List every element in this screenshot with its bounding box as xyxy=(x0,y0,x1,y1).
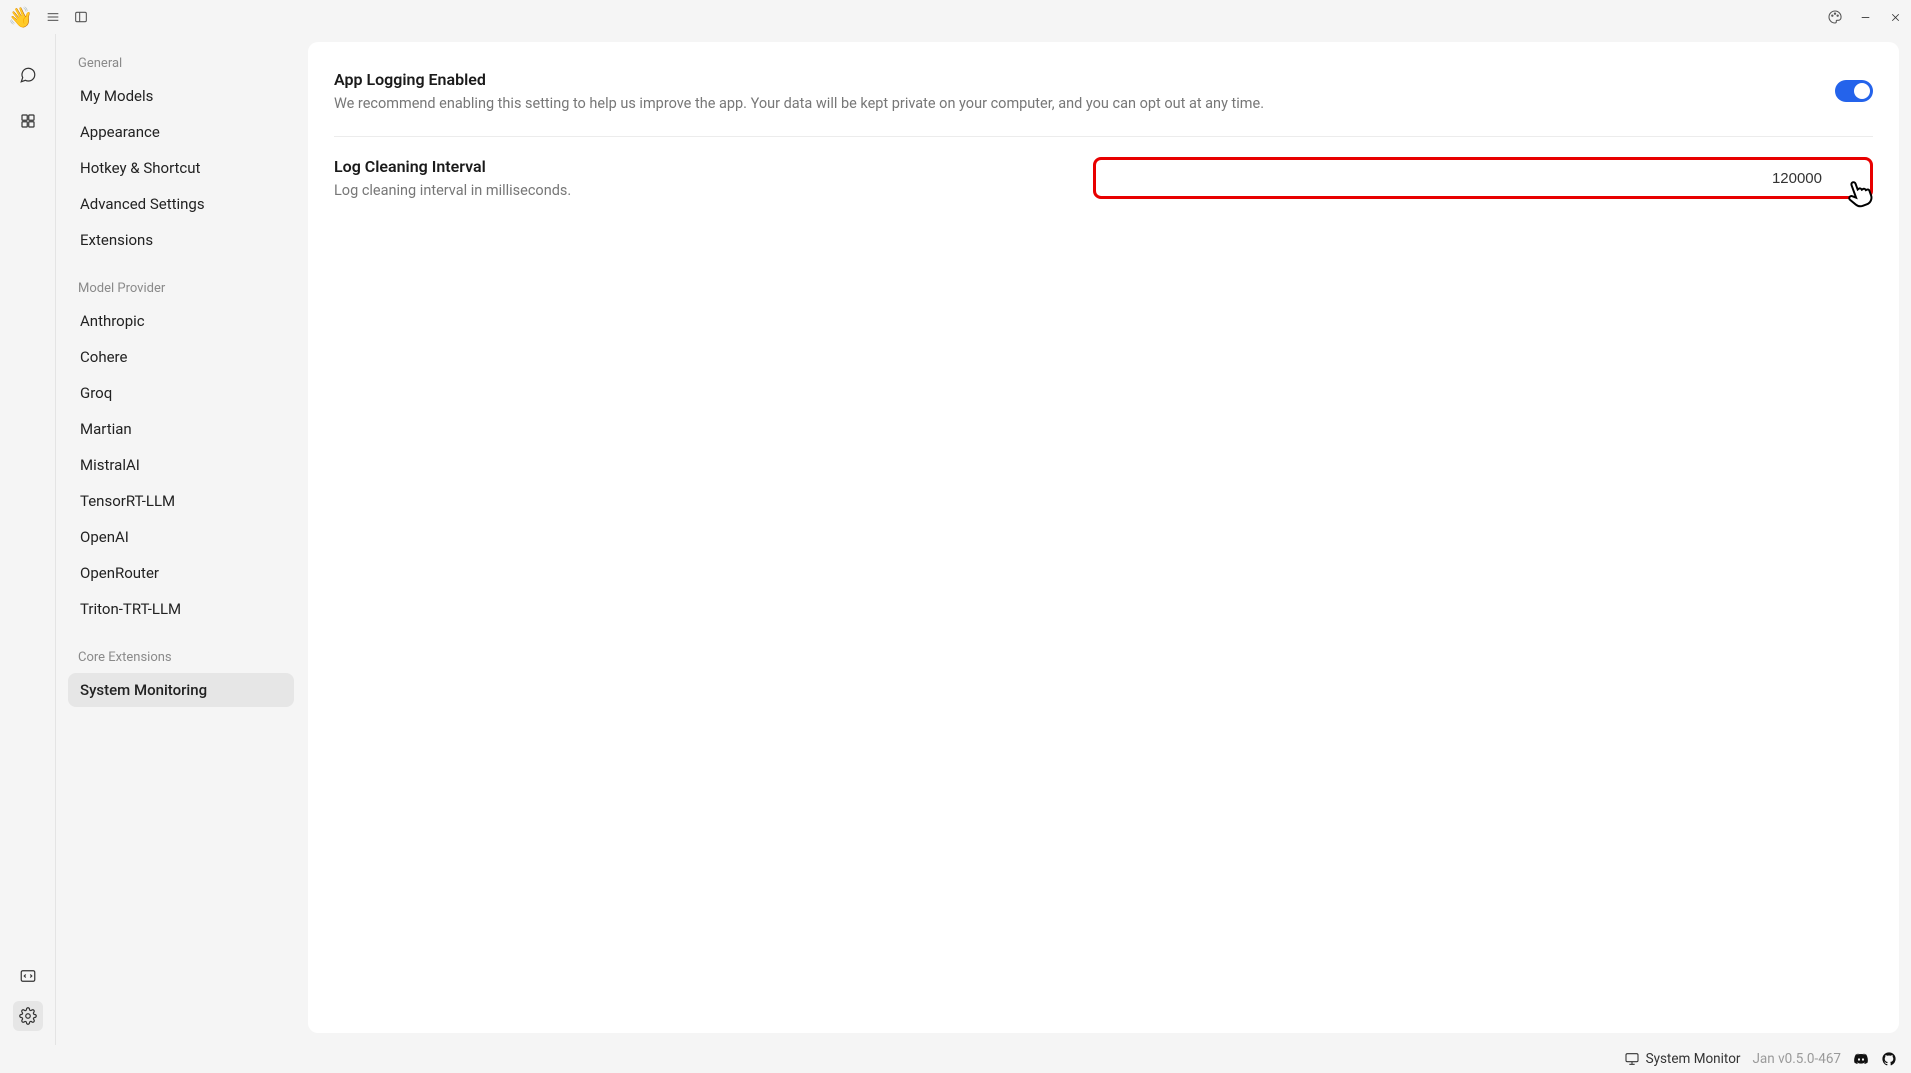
sidebar-item-openrouter[interactable]: OpenRouter xyxy=(68,556,294,590)
setting-control xyxy=(1093,157,1873,199)
rail-code-icon[interactable] xyxy=(13,961,43,991)
titlebar-left: 👋 xyxy=(8,7,89,27)
setting-app-logging: App Logging Enabled We recommend enablin… xyxy=(334,64,1873,137)
sidebar-item-tensorrt-llm[interactable]: TensorRT-LLM xyxy=(68,484,294,518)
app-layout: General My ModelsAppearanceHotkey & Short… xyxy=(0,34,1911,1045)
sidebar-item-my-models[interactable]: My Models xyxy=(68,79,294,113)
sidebar-item-anthropic[interactable]: Anthropic xyxy=(68,304,294,338)
status-version: Jan v0.5.0-467 xyxy=(1752,1051,1841,1067)
app-logging-toggle[interactable] xyxy=(1835,80,1873,102)
setting-control xyxy=(1835,80,1873,102)
sidebar-group-title: General xyxy=(68,52,294,75)
titlebar-right xyxy=(1827,9,1903,25)
status-system-monitor[interactable]: System Monitor xyxy=(1624,1051,1741,1067)
rail-settings-icon[interactable] xyxy=(13,1001,43,1031)
sidebar-group-title: Model Provider xyxy=(68,277,294,300)
setting-text: Log Cleaning Interval Log cleaning inter… xyxy=(334,157,1063,199)
setting-title: Log Cleaning Interval xyxy=(334,157,1063,176)
sidebar-group-title: Core Extensions xyxy=(68,646,294,669)
window-minimize-button[interactable] xyxy=(1857,9,1873,25)
sidebar-item-system-monitoring[interactable]: System Monitoring xyxy=(68,673,294,707)
panel-toggle-icon[interactable] xyxy=(73,9,89,25)
setting-description: Log cleaning interval in milliseconds. xyxy=(334,182,1063,199)
palette-icon[interactable] xyxy=(1827,9,1843,25)
setting-log-interval: Log Cleaning Interval Log cleaning inter… xyxy=(334,137,1873,223)
icon-rail xyxy=(0,34,56,1045)
sidebar-item-triton-trt-llm[interactable]: Triton-TRT-LLM xyxy=(68,592,294,626)
titlebar: 👋 xyxy=(0,0,1911,34)
rail-chat-icon[interactable] xyxy=(13,60,43,90)
settings-card: App Logging Enabled We recommend enablin… xyxy=(308,42,1899,1033)
sidebar-item-extensions[interactable]: Extensions xyxy=(68,223,294,257)
sidebar-item-hotkey-shortcut[interactable]: Hotkey & Shortcut xyxy=(68,151,294,185)
setting-description: We recommend enabling this setting to he… xyxy=(334,95,1805,112)
statusbar: System Monitor Jan v0.5.0-467 xyxy=(0,1045,1911,1073)
setting-title: App Logging Enabled xyxy=(334,70,1805,89)
sidebar-item-advanced-settings[interactable]: Advanced Settings xyxy=(68,187,294,221)
rail-bottom xyxy=(13,961,43,1045)
sidebar-item-martian[interactable]: Martian xyxy=(68,412,294,446)
discord-icon[interactable] xyxy=(1853,1051,1869,1067)
setting-text: App Logging Enabled We recommend enablin… xyxy=(334,70,1805,112)
log-interval-input[interactable] xyxy=(1093,157,1873,199)
status-system-monitor-label: System Monitor xyxy=(1646,1051,1741,1067)
rail-grid-icon[interactable] xyxy=(13,106,43,136)
sidebar-item-openai[interactable]: OpenAI xyxy=(68,520,294,554)
hamburger-icon[interactable] xyxy=(45,9,61,25)
sidebar-item-appearance[interactable]: Appearance xyxy=(68,115,294,149)
window-close-button[interactable] xyxy=(1887,9,1903,25)
app-logo-wave: 👋 xyxy=(8,7,33,27)
main-panel: App Logging Enabled We recommend enablin… xyxy=(302,34,1911,1045)
github-icon[interactable] xyxy=(1881,1051,1897,1067)
sidebar-item-mistralai[interactable]: MistralAI xyxy=(68,448,294,482)
sidebar-item-groq[interactable]: Groq xyxy=(68,376,294,410)
settings-sidebar: General My ModelsAppearanceHotkey & Short… xyxy=(56,34,302,1045)
sidebar-item-cohere[interactable]: Cohere xyxy=(68,340,294,374)
